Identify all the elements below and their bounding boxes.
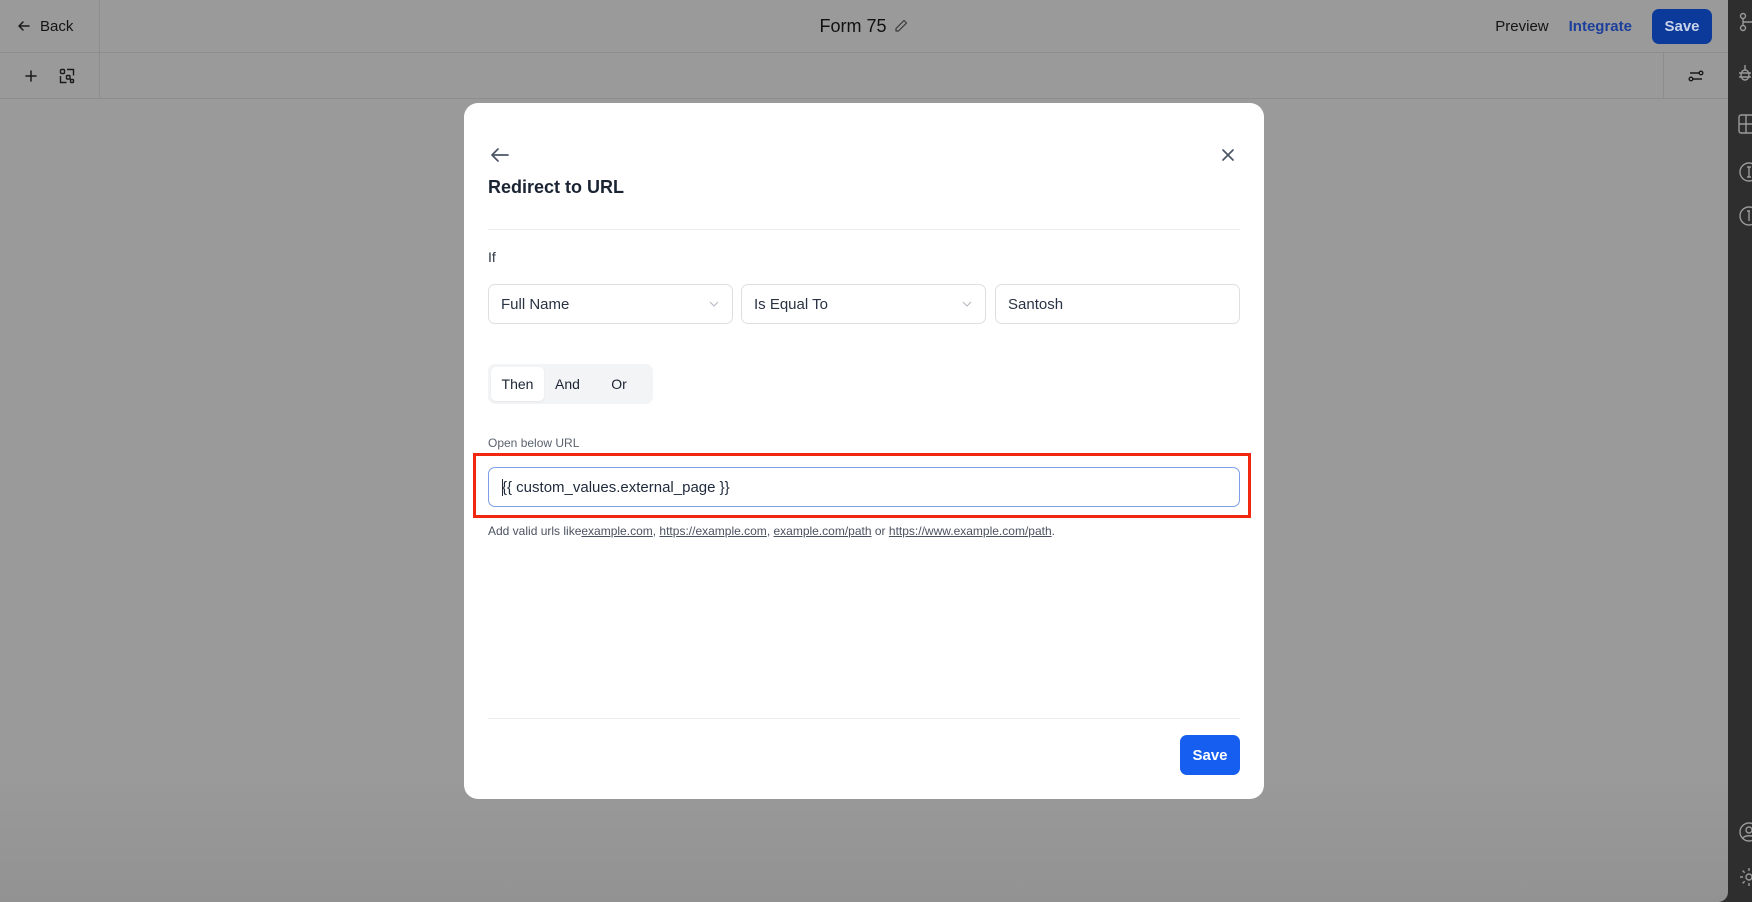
modal-title: Redirect to URL <box>488 177 625 197</box>
logic-option-and[interactable]: And <box>544 367 591 401</box>
top-bar: Back Form 75 Preview Integrate Save <box>0 0 1728 53</box>
hint-suffix: . <box>1051 524 1055 538</box>
sliders-icon <box>1688 69 1704 81</box>
right-side-strip <box>1728 0 1752 902</box>
logic-option-or[interactable]: Or <box>591 367 647 401</box>
header-divider <box>488 229 1240 230</box>
bug-icon[interactable] <box>1738 62 1752 84</box>
hint-example-link[interactable]: example.com/path <box>773 524 871 538</box>
back-button[interactable]: Back <box>0 0 100 52</box>
value-input-text: Santosh <box>1008 295 1064 313</box>
chevron-down-icon <box>962 301 972 307</box>
branch-icon[interactable] <box>1738 11 1752 33</box>
field-select[interactable]: Full Name <box>488 284 733 324</box>
plus-icon[interactable] <box>22 67 40 85</box>
hint-prefix: Add valid urls like <box>488 524 582 538</box>
redirect-modal: Redirect to URL If Full Name Is Equal To… <box>464 103 1264 799</box>
layout-elements-icon[interactable] <box>58 67 76 85</box>
tool-row <box>0 53 1728 99</box>
chevron-down-icon <box>709 301 719 307</box>
preview-button[interactable]: Preview <box>1485 18 1558 35</box>
integrate-button[interactable]: Integrate <box>1559 18 1642 35</box>
hint-example-link[interactable]: https://example.com <box>659 524 766 538</box>
form-title[interactable]: Form 75 <box>819 16 886 37</box>
header-actions: Preview Integrate Save <box>1485 9 1712 44</box>
layout-icon[interactable] <box>1738 113 1752 135</box>
tool-buttons <box>0 53 100 98</box>
form-title-group: Form 75 <box>0 0 1728 52</box>
gear-icon[interactable] <box>1738 866 1752 888</box>
hint-separator: or <box>871 524 889 538</box>
info-icon[interactable] <box>1738 205 1752 227</box>
modal-back-icon[interactable] <box>488 143 512 167</box>
modal-save-button[interactable]: Save <box>1180 735 1240 775</box>
pencil-icon[interactable] <box>893 18 909 34</box>
operator-select[interactable]: Is Equal To <box>741 284 986 324</box>
url-input[interactable]: {{ custom_values.external_page }} <box>488 467 1240 507</box>
logic-option-then[interactable]: Then <box>491 367 544 401</box>
hint-example-link[interactable]: https://www.example.com/path <box>889 524 1052 538</box>
logic-segmented-control: Then And Or <box>488 364 653 404</box>
footer-divider <box>488 718 1240 719</box>
back-label: Back <box>40 17 74 35</box>
url-label: Open below URL <box>488 436 580 450</box>
operator-select-value: Is Equal To <box>754 295 828 313</box>
settings-button[interactable] <box>1663 53 1728 98</box>
header-save-button[interactable]: Save <box>1652 9 1712 44</box>
user-circle-icon[interactable] <box>1738 821 1752 843</box>
url-input-value: {{ custom_values.external_page }} <box>502 478 730 496</box>
arrow-left-icon <box>18 21 30 31</box>
if-label: If <box>488 249 496 265</box>
value-input[interactable]: Santosh <box>995 284 1240 324</box>
close-icon[interactable] <box>1216 143 1240 167</box>
info-icon[interactable] <box>1738 161 1752 183</box>
url-hint: Add valid urls likeexample.com, https://… <box>488 524 1055 538</box>
field-select-value: Full Name <box>501 295 570 313</box>
hint-example-link[interactable]: example.com <box>581 524 652 538</box>
